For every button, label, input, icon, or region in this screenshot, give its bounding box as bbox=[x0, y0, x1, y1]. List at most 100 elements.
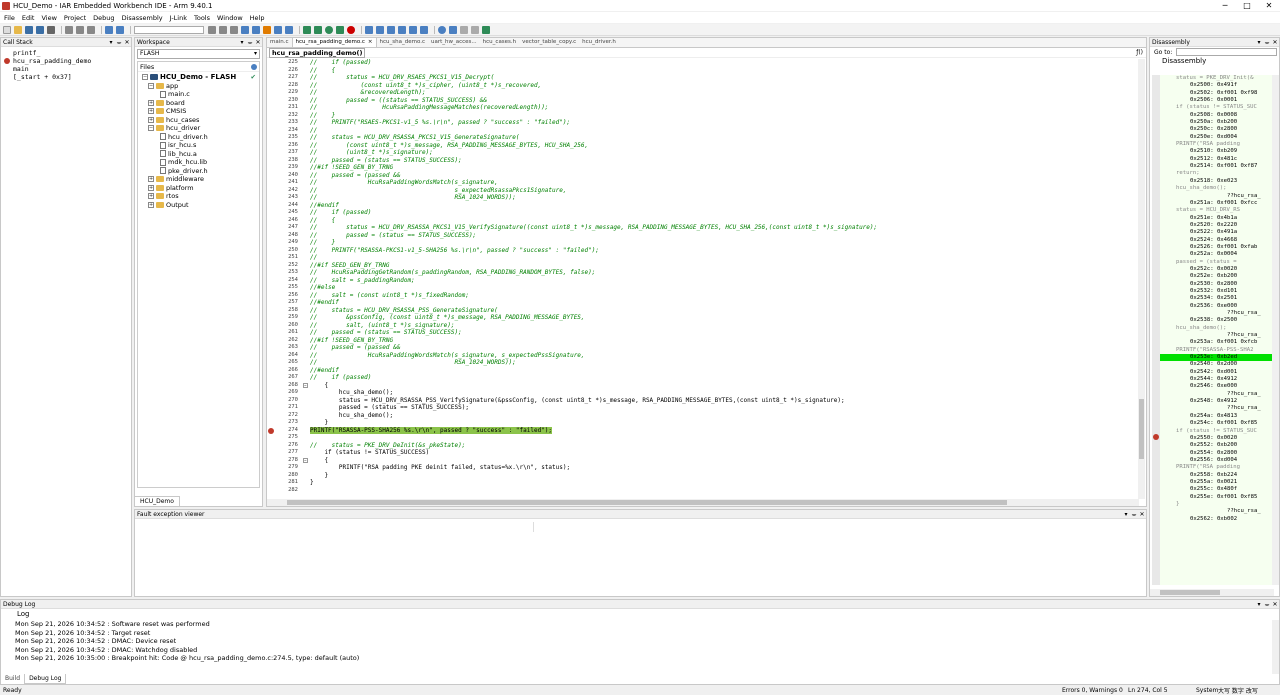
print-icon[interactable] bbox=[47, 25, 55, 34]
gutter[interactable] bbox=[267, 97, 277, 105]
disassembly-instruction[interactable]: 0x252e: 0xb200 bbox=[1160, 273, 1272, 280]
code-line[interactable]: 268− { bbox=[267, 382, 1139, 390]
pin-icon[interactable]: ᚚ bbox=[1263, 601, 1271, 608]
gutter[interactable] bbox=[267, 82, 277, 90]
gutter[interactable] bbox=[267, 479, 277, 487]
disassembly-instruction[interactable]: 0x253e: 0xb2ed bbox=[1160, 354, 1272, 362]
download-icon[interactable] bbox=[482, 25, 490, 34]
disassembly-source-line[interactable]: if (status != STATUS_SUC bbox=[1160, 104, 1272, 111]
disassembly-instruction[interactable]: 0x2550: 0x0020 bbox=[1160, 435, 1272, 442]
gutter[interactable] bbox=[267, 89, 277, 97]
code-line[interactable]: 229 // &recoveredLength); bbox=[267, 89, 1139, 97]
tree-item[interactable]: main.c bbox=[138, 90, 259, 99]
tab-debug-log[interactable]: Debug Log bbox=[24, 674, 67, 684]
configuration-select[interactable]: FLASH ▾ bbox=[137, 49, 260, 59]
disassembly-instruction[interactable]: 0x2554: 0x2800 bbox=[1160, 450, 1272, 457]
tree-item[interactable]: − app bbox=[138, 82, 259, 91]
function-list-icon[interactable]: ƒ() bbox=[1136, 49, 1146, 56]
code-line[interactable]: 253 // HcuRsaPaddingGetRandom(s_paddingRa… bbox=[267, 269, 1139, 277]
disassembly-source-line[interactable]: return; bbox=[1160, 170, 1272, 177]
vertical-scrollbar[interactable] bbox=[1138, 59, 1145, 499]
code-line[interactable]: 279 PRINTF("RSA padding PKE deinit faile… bbox=[267, 464, 1139, 472]
breakpoint-icon[interactable] bbox=[1153, 434, 1159, 440]
bookmark-next-icon[interactable] bbox=[274, 25, 282, 34]
tree-item[interactable]: + middleware bbox=[138, 175, 259, 184]
menu-help[interactable]: Help bbox=[250, 14, 265, 22]
code-line[interactable]: 247 // status = HCU_DRV_RSASSA_PKCS1_V15_… bbox=[267, 224, 1139, 232]
menu-jlink[interactable]: J-Link bbox=[170, 14, 187, 22]
code-line[interactable]: 234 // bbox=[267, 127, 1139, 135]
code-line[interactable]: 264 // HcuRsaPaddingWordsMatch(s_signatur… bbox=[267, 352, 1139, 360]
disassembly-instruction[interactable]: 0x251a: 0xf001 0xfcc bbox=[1160, 200, 1272, 207]
gutter[interactable] bbox=[267, 232, 277, 240]
expand-toggle-icon[interactable]: − bbox=[142, 74, 148, 81]
gutter[interactable] bbox=[267, 464, 277, 472]
close-icon[interactable]: ✕ bbox=[1271, 601, 1279, 608]
expand-toggle-icon[interactable]: + bbox=[148, 176, 154, 183]
gutter[interactable] bbox=[267, 472, 277, 480]
gutter[interactable] bbox=[267, 434, 277, 442]
close-icon[interactable]: ✕ bbox=[1138, 511, 1146, 518]
disassembly-source-line[interactable]: PRINTF("RSASSA-PSS-SHA2 bbox=[1160, 347, 1272, 354]
disassembly-instruction[interactable]: 0x250a: 0xb200 bbox=[1160, 119, 1272, 126]
gutter[interactable] bbox=[267, 457, 277, 465]
code-line[interactable]: 231 // HcuRsaPaddingMessageMatches(recove… bbox=[267, 104, 1139, 112]
code-line[interactable]: 235 // status = HCU_DRV_RSASSA_PKCS1_V15_… bbox=[267, 134, 1139, 142]
code-line[interactable]: 227 // status = HCU_DRV_RSAES_PKCS1_V15_D… bbox=[267, 74, 1139, 82]
call-stack-frame[interactable]: [_start + 0x37] bbox=[1, 73, 131, 81]
disassembly-instruction[interactable]: 0x2538: 0x2500 bbox=[1160, 317, 1272, 324]
disassembly-gutter[interactable] bbox=[1152, 75, 1160, 585]
gutter[interactable] bbox=[267, 329, 277, 337]
gutter[interactable] bbox=[267, 224, 277, 232]
disassembly-source-line[interactable]: status = PKE_DRV_Init(& bbox=[1160, 75, 1272, 82]
paste-icon[interactable] bbox=[87, 25, 95, 34]
gutter[interactable] bbox=[267, 247, 277, 255]
disassembly-instruction[interactable]: 0x2508: 0x0008 bbox=[1160, 112, 1272, 119]
disassembly-instruction[interactable]: 0x2544: 0x4912 bbox=[1160, 376, 1272, 383]
call-stack-frame[interactable]: printf_ bbox=[1, 49, 131, 57]
close-icon[interactable]: ✕ bbox=[254, 39, 262, 46]
close-button[interactable]: ✕ bbox=[1258, 0, 1280, 11]
disassembly-instruction[interactable]: 0x2556: 0xd004 bbox=[1160, 457, 1272, 464]
tab-hcu-sha-demo-c[interactable]: hcu_sha_demo.c bbox=[377, 38, 429, 47]
gutter[interactable] bbox=[267, 104, 277, 112]
gutter[interactable] bbox=[267, 322, 277, 330]
tree-item[interactable]: mdk_hcu.lib bbox=[138, 158, 259, 167]
disassembly-toggle-icon[interactable] bbox=[471, 25, 479, 34]
gutter[interactable] bbox=[267, 352, 277, 360]
disassembly-instruction[interactable]: 0x2522: 0x491a bbox=[1160, 229, 1272, 236]
disassembly-instruction[interactable]: 0x2540: 0x2d00 bbox=[1160, 361, 1272, 368]
disassembly-listing[interactable]: status = PKE_DRV_Init(& 0x2500: 0x491f 0x2… bbox=[1160, 75, 1272, 585]
tree-item[interactable]: hcu_driver.h bbox=[138, 133, 259, 142]
disassembly-instruction[interactable]: 0x255e: 0xf001 0xf85 bbox=[1160, 494, 1272, 501]
make-icon[interactable] bbox=[314, 25, 322, 34]
disassembly-instruction[interactable]: ??hcu_rsa_ bbox=[1160, 310, 1272, 317]
dropdown-icon[interactable]: ▾ bbox=[1255, 601, 1263, 608]
disassembly-instruction[interactable]: 0x2530: 0x2800 bbox=[1160, 281, 1272, 288]
code-line[interactable]: 280 } bbox=[267, 472, 1139, 480]
debug-without-download-icon[interactable] bbox=[449, 25, 457, 34]
call-stack-frame[interactable]: main bbox=[1, 65, 131, 73]
gutter[interactable] bbox=[267, 382, 277, 390]
code-line[interactable]: 266 //#endif bbox=[267, 367, 1139, 375]
disassembly-instruction[interactable]: 0x2534: 0x2501 bbox=[1160, 295, 1272, 302]
code-line[interactable]: 243 // RSA_1024_WORDS)); bbox=[267, 194, 1139, 202]
gutter[interactable] bbox=[267, 442, 277, 450]
disassembly-instruction[interactable]: 0x255c: 0x480f bbox=[1160, 486, 1272, 493]
code-line[interactable]: 250 // PRINTF("RSASSA-PKCS1-v1_5-SHA256 %… bbox=[267, 247, 1139, 255]
pin-icon[interactable]: ᚚ bbox=[115, 39, 123, 46]
expand-toggle-icon[interactable]: + bbox=[148, 116, 154, 123]
code-line[interactable]: 259 // &pssConfig, (const uint8_t *)s_mes… bbox=[267, 314, 1139, 322]
code-line[interactable]: 265 // RSA_1024_WORDS)); bbox=[267, 359, 1139, 367]
run-to-cursor-icon[interactable] bbox=[409, 25, 417, 34]
gutter[interactable] bbox=[267, 112, 277, 120]
code-line[interactable]: 274 PRINTF("RSASSA-PSS-SHA256 %s.\r\n", p… bbox=[267, 426, 1139, 435]
disassembly-instruction[interactable]: 0x2552: 0xb200 bbox=[1160, 442, 1272, 449]
step-out-icon[interactable] bbox=[387, 25, 395, 34]
gutter[interactable] bbox=[267, 59, 277, 67]
expand-toggle-icon[interactable]: + bbox=[148, 184, 154, 191]
gutter[interactable] bbox=[267, 157, 277, 165]
code-line[interactable]: 246 // { bbox=[267, 217, 1139, 225]
dropdown-icon[interactable]: ▾ bbox=[107, 39, 115, 46]
bookmark-prev-icon[interactable] bbox=[285, 25, 293, 34]
